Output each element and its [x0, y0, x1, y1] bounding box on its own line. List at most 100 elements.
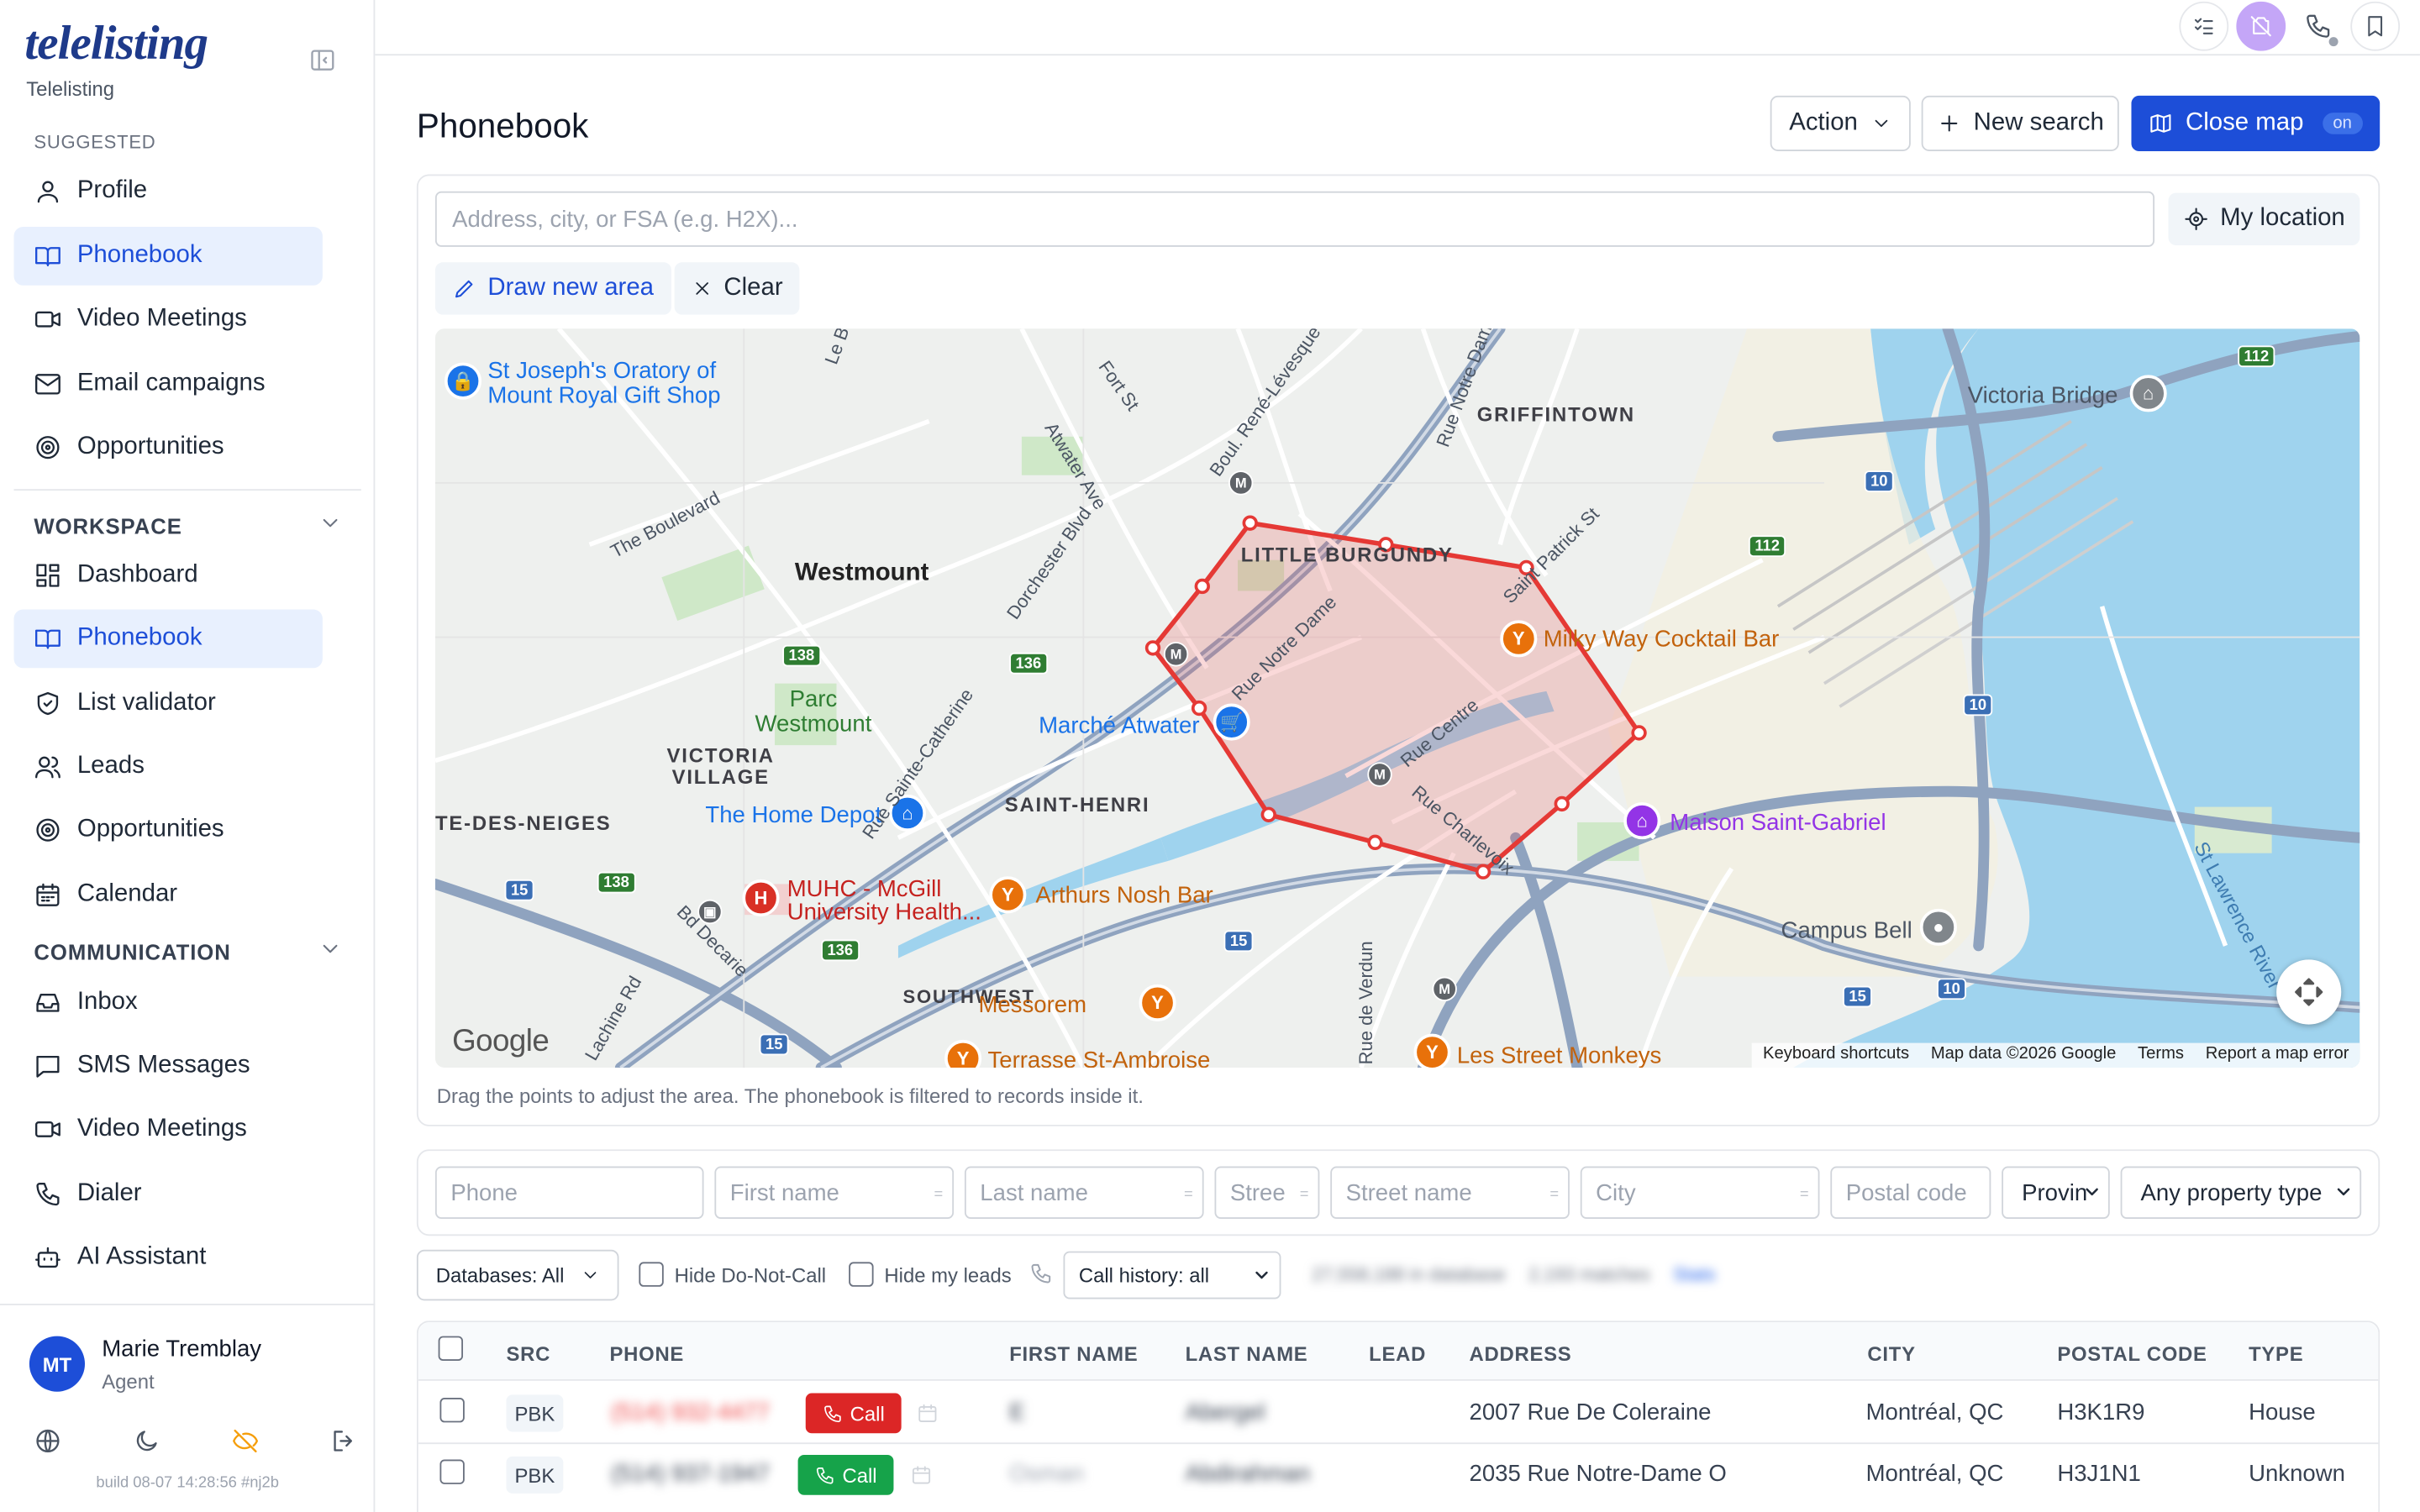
- my-location-button[interactable]: My location: [2168, 192, 2360, 246]
- map-data-attribution: Map data ©2026 Google: [1930, 1044, 2117, 1063]
- cart-pin-icon[interactable]: 🛒: [1213, 703, 1250, 741]
- sidebar-item-leads[interactable]: Leads: [14, 738, 323, 796]
- sidebar-item-label: Inbox: [76, 989, 138, 1016]
- call-history-select[interactable]: Call history: all: [1063, 1251, 1281, 1299]
- column-header[interactable]: ADDRESS: [1470, 1342, 1572, 1366]
- build-info: build 08-07 14:28:56 #nj2b: [96, 1474, 279, 1493]
- sidebar-item-dialer[interactable]: Dialer: [14, 1165, 323, 1224]
- hospital-pin-icon[interactable]: H: [742, 879, 780, 916]
- street-number-filter-input[interactable]: Stree =: [1214, 1166, 1320, 1219]
- sidebar-item-ai-assistant[interactable]: AI Assistant: [14, 1228, 323, 1287]
- calendar-add-icon[interactable]: [911, 1464, 933, 1486]
- last-name-filter-input[interactable]: Last name =: [964, 1166, 1204, 1219]
- column-header[interactable]: PHONE: [609, 1342, 684, 1366]
- stats-link[interactable]: Stats: [1673, 1263, 1715, 1285]
- section-workspace[interactable]: WORKSPACE: [34, 514, 338, 538]
- column-header[interactable]: LEAD: [1369, 1342, 1426, 1366]
- sidebar-item-opportunities[interactable]: Opportunities: [14, 418, 323, 477]
- cocktail-pin-icon[interactable]: Y: [1500, 620, 1538, 658]
- hide-dnc-checkbox[interactable]: Hide Do-Not-Call: [639, 1250, 826, 1299]
- bar-pin-icon[interactable]: Y: [1139, 984, 1176, 1021]
- restaurant-pin-icon[interactable]: Y: [989, 876, 1027, 914]
- highway-shield: 15: [1843, 985, 1873, 1008]
- globe-icon[interactable]: [34, 1427, 61, 1455]
- section-communication[interactable]: COMMUNICATION: [34, 939, 338, 964]
- new-search-button[interactable]: New search: [1921, 95, 2119, 151]
- property-type-select[interactable]: Any property type: [2120, 1166, 2362, 1219]
- sidebar-item-phonebook[interactable]: Phonebook: [13, 226, 323, 286]
- column-header[interactable]: LAST NAME: [1186, 1342, 1308, 1366]
- sidebar-item-profile[interactable]: Profile: [14, 162, 323, 221]
- clear-area-button[interactable]: Clear: [674, 262, 800, 315]
- sidebar-item-phonebook-workspace[interactable]: Phonebook: [13, 609, 323, 669]
- action-dropdown-button[interactable]: Action: [1770, 95, 1911, 151]
- logout-icon[interactable]: [330, 1427, 358, 1455]
- eye-off-icon[interactable]: [232, 1427, 260, 1455]
- column-header[interactable]: CITY: [1867, 1342, 1915, 1366]
- venue-pin-icon[interactable]: ●: [1919, 908, 1957, 946]
- metro-icon: M: [1432, 976, 1457, 1002]
- sidebar-item-sms-messages[interactable]: SMS Messages: [14, 1037, 323, 1095]
- museum-pin-icon[interactable]: ⌂: [1623, 802, 1661, 840]
- call-button[interactable]: Call: [805, 1393, 902, 1434]
- column-header[interactable]: TYPE: [2249, 1342, 2303, 1366]
- first-name-filter-input[interactable]: First name =: [714, 1166, 955, 1219]
- report-error-link[interactable]: Report a map error: [2206, 1044, 2349, 1066]
- sidebar-item-list-validator[interactable]: List validator: [14, 675, 323, 733]
- checkbox[interactable]: [639, 1262, 664, 1287]
- section-label: COMMUNICATION: [34, 939, 231, 964]
- collapse-sidebar-icon[interactable]: [308, 46, 336, 74]
- sidebar-item-calendar[interactable]: Calendar: [14, 865, 323, 924]
- databases-dropdown[interactable]: Databases: All: [416, 1249, 619, 1301]
- sidebar-item-label: Email campaigns: [76, 370, 266, 397]
- close-map-button[interactable]: Close map on: [2131, 95, 2381, 151]
- phone-status-icon[interactable]: [2293, 1, 2344, 51]
- checklist-icon[interactable]: [2179, 1, 2229, 51]
- column-header[interactable]: FIRST NAME: [1009, 1342, 1138, 1366]
- row-checkbox[interactable]: [439, 1398, 465, 1423]
- select-all-checkbox[interactable]: [438, 1336, 464, 1361]
- camera-off-icon[interactable]: [2236, 1, 2286, 51]
- hide-my-leads-checkbox[interactable]: Hide my leads: [849, 1250, 1012, 1299]
- sidebar-item-video-meetings-comm[interactable]: Video Meetings: [14, 1100, 323, 1159]
- grip-icon: =: [934, 1186, 944, 1204]
- sidebar-item-inbox[interactable]: Inbox: [14, 974, 323, 1032]
- column-header[interactable]: SRC: [506, 1342, 550, 1366]
- sidebar-item-opportunities-workspace[interactable]: Opportunities: [14, 801, 323, 859]
- city-filter-input[interactable]: City =: [1580, 1166, 1820, 1219]
- postal-code-filter-input[interactable]: Postal code: [1830, 1166, 1991, 1219]
- row-checkbox[interactable]: [439, 1459, 465, 1484]
- street-name-filter-input[interactable]: Street name =: [1330, 1166, 1570, 1219]
- food-pin-icon[interactable]: Y: [1413, 1033, 1451, 1068]
- shopping-pin-icon[interactable]: 🔒: [444, 362, 482, 400]
- page-title: Phonebook: [416, 106, 589, 145]
- province-select[interactable]: Provin: [2002, 1166, 2110, 1219]
- user-icon: [34, 177, 61, 205]
- address-search-input[interactable]: Address, city, or FSA (e.g. H2X)...: [434, 191, 2155, 247]
- map-label-little-burgundy: LITTLE BURGUNDY: [1240, 543, 1454, 567]
- map-label-st-joseph: St Joseph's Oratory of Mount Royal Gift …: [487, 358, 721, 409]
- call-button[interactable]: Call: [797, 1455, 894, 1495]
- city: Montréal, QC: [1865, 1399, 2004, 1426]
- calendar-add-icon[interactable]: [917, 1403, 939, 1425]
- terms-link[interactable]: Terms: [2138, 1044, 2184, 1066]
- chevron-down-icon[interactable]: [318, 937, 342, 961]
- draw-new-area-button[interactable]: Draw new area: [434, 262, 671, 315]
- sidebar-item-video-meetings[interactable]: Video Meetings: [14, 290, 323, 349]
- sidebar-item-email-campaigns[interactable]: Email campaigns: [14, 354, 323, 413]
- sidebar-item-label: Video Meetings: [76, 305, 247, 332]
- bookmark-icon[interactable]: [2350, 1, 2401, 51]
- result-counts: 27,558,188 in database 2,193 matches Sta…: [1312, 1250, 1715, 1299]
- chevron-down-icon[interactable]: [318, 511, 342, 535]
- map-canvas[interactable]: LITTLE BURGUNDY GRIFFINTOWN SAINT-HENRI …: [434, 328, 2360, 1068]
- phone-filter-input[interactable]: Phone: [434, 1166, 704, 1219]
- avatar[interactable]: MT: [29, 1336, 86, 1392]
- fullscreen-button[interactable]: [2276, 959, 2342, 1025]
- column-header[interactable]: POSTAL CODE: [2057, 1342, 2207, 1366]
- sidebar-item-dashboard[interactable]: Dashboard: [14, 546, 323, 605]
- app-logo[interactable]: telelisting: [24, 15, 208, 71]
- landmark-pin-icon[interactable]: ⌂: [2129, 375, 2167, 412]
- keyboard-shortcuts-link[interactable]: Keyboard shortcuts: [1763, 1044, 1909, 1066]
- moon-icon[interactable]: [133, 1427, 160, 1455]
- checkbox[interactable]: [849, 1262, 874, 1287]
